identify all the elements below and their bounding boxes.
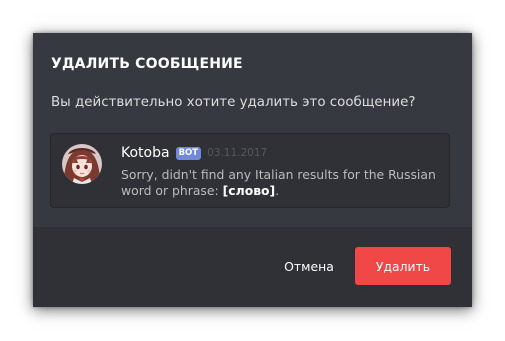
modal-description: Вы действительно хотите удалить это сооб… — [51, 95, 416, 110]
anime-girl-avatar-icon — [62, 144, 102, 184]
modal-title: УДАЛИТЬ СООБЩЕНИЕ — [51, 56, 243, 72]
avatar — [62, 144, 102, 184]
cancel-button[interactable]: Отмена — [271, 247, 347, 285]
modal-footer: Отмена Удалить — [33, 227, 472, 307]
message-preview: Kotoba BOT 03.11.2017 Sorry, didn't find… — [50, 133, 450, 208]
message-header: Kotoba BOT 03.11.2017 — [121, 145, 267, 161]
message-author[interactable]: Kotoba — [121, 145, 170, 161]
bot-badge: BOT — [175, 146, 202, 160]
message-content: Sorry, didn't find any Italian results f… — [121, 167, 436, 198]
delete-button[interactable]: Удалить — [355, 247, 451, 285]
modal-body: УДАЛИТЬ СООБЩЕНИЕ Вы действительно хотит… — [33, 33, 472, 307]
message-timestamp: 03.11.2017 — [207, 147, 268, 159]
message-text-bold: [слово] — [222, 182, 276, 198]
message-text-after: . — [275, 182, 280, 198]
delete-message-modal: УДАЛИТЬ СООБЩЕНИЕ Вы действительно хотит… — [33, 33, 472, 307]
